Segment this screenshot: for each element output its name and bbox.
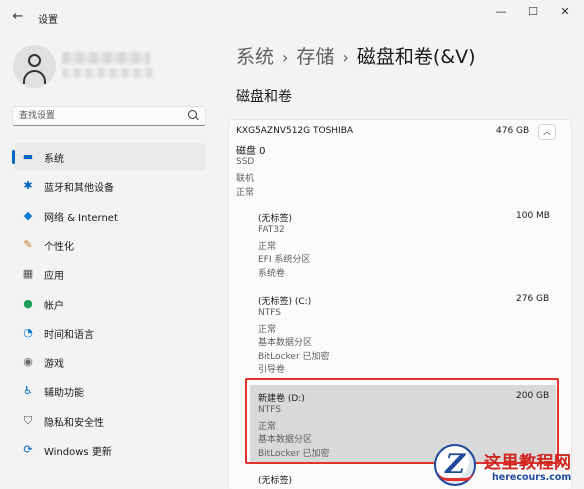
avatar-head-icon xyxy=(28,54,41,67)
user-name-blurred xyxy=(62,52,150,64)
disk-size: 476 GB xyxy=(496,126,530,136)
shield-icon: ⛉ xyxy=(23,413,33,427)
watermark-title: 这里教程网 xyxy=(484,453,572,473)
partition-detail: 系统卷 xyxy=(258,268,286,279)
brush-icon: ✎ xyxy=(23,237,33,251)
partition-size: 276 GB xyxy=(516,294,550,304)
gamepad-icon: ◉ xyxy=(23,355,33,369)
bluetooth-icon: ✱ xyxy=(23,179,33,193)
disk-detail: SSD xyxy=(236,157,255,167)
breadcrumb: 系统 › 存储 › 磁盘和卷(&V) xyxy=(236,42,475,69)
breadcrumb-separator: › xyxy=(282,48,289,67)
watermark-logo: Z xyxy=(434,444,476,486)
partition-detail: 基本数据分区 xyxy=(258,338,313,348)
search-icon[interactable] xyxy=(188,110,197,119)
disk-model: KXG5AZNV512G TOSHIBA xyxy=(236,126,354,136)
watermark: Z 这里教程网 herecours.com xyxy=(430,442,584,489)
section-title: 磁盘和卷 xyxy=(236,89,292,105)
person-icon: ● xyxy=(23,296,33,310)
partition-name: (无标签) (C:) xyxy=(258,297,312,307)
apps-icon: ▦ xyxy=(22,267,34,281)
sidebar-item[interactable]: ◔ 时间和语言 xyxy=(14,319,206,346)
partition-detail: 正常 xyxy=(258,421,277,432)
partition-name: 新建卷 (D:) xyxy=(258,394,305,404)
partition-detail: FAT32 xyxy=(258,225,285,235)
search-box[interactable] xyxy=(12,106,206,126)
accessibility-icon: ♿ xyxy=(23,384,33,398)
sidebar-item[interactable]: ⛉ 隐私和安全性 xyxy=(14,407,206,434)
globe-clock-icon: ◔ xyxy=(23,325,33,339)
search-input[interactable] xyxy=(19,109,179,123)
sidebar-item-label: 网络 & Internet xyxy=(44,212,118,224)
sidebar-item-label: Windows 更新 xyxy=(44,447,112,458)
sidebar-item-label: 隐私和安全性 xyxy=(44,417,104,429)
sidebar-item[interactable]: ✱ 蓝牙和其他设备 xyxy=(14,172,206,199)
update-icon: ⟳ xyxy=(23,443,33,456)
partition-detail: EFI 系统分区 xyxy=(258,255,311,265)
app-title: 设置 xyxy=(38,15,58,26)
sidebar-item-label: 时间和语言 xyxy=(44,329,94,341)
watermark-url: herecours.com xyxy=(492,472,572,483)
sidebar-item[interactable]: ▬ 系统 xyxy=(12,143,206,170)
partition-detail: BitLocker 已加密 xyxy=(258,448,330,459)
partition-detail: 正常 xyxy=(258,241,277,252)
monitor-icon: ▬ xyxy=(22,150,34,163)
maximize-button[interactable]: ☐ xyxy=(522,4,544,20)
disk-detail: 正常 xyxy=(236,188,255,198)
user-email-blurred xyxy=(62,68,154,78)
breadcrumb-separator: › xyxy=(342,48,349,67)
sidebar-item[interactable]: ⟳ Windows 更新 xyxy=(14,436,206,463)
sidebar-item-label: 蓝牙和其他设备 xyxy=(44,183,114,195)
sidebar-item[interactable]: ◆ 网络 & Internet xyxy=(14,202,206,229)
partition-detail: 基本数据分区 xyxy=(258,435,313,445)
avatar-body-icon xyxy=(23,70,46,84)
partition-item[interactable]: (无标签) 100 MB FAT32 正常 EFI 系统分区 系统卷 xyxy=(250,211,556,283)
partition-size: 100 MB xyxy=(516,211,550,221)
back-button[interactable]: ← xyxy=(8,8,28,26)
partition-detail: BitLocker 已加密 xyxy=(258,351,330,362)
breadcrumb-current: 磁盘和卷(&V) xyxy=(356,46,476,68)
sidebar-item[interactable]: ♿ 辅助功能 xyxy=(14,377,206,404)
sidebar-item[interactable]: ● 帐户 xyxy=(14,290,206,317)
sidebar-item-label: 应用 xyxy=(44,271,64,283)
sidebar-item-label: 游戏 xyxy=(44,359,64,371)
partition-detail: NTFS xyxy=(258,308,281,318)
breadcrumb-item-storage[interactable]: 存储 xyxy=(296,46,334,68)
sidebar-item[interactable]: ▦ 应用 xyxy=(14,260,206,287)
sidebar-item[interactable]: ◉ 游戏 xyxy=(14,348,206,375)
partition-item[interactable]: (无标签) (C:) 276 GB NTFS 正常基本数据分区 BitLocker 已加… xyxy=(250,294,556,378)
partition-name: (无标签) xyxy=(258,476,293,486)
partition-size: 200 GB xyxy=(516,391,550,401)
disk-detail: 联机 xyxy=(236,174,255,184)
disk-title: 磁盘 0 xyxy=(236,146,266,157)
sidebar-item[interactable]: ✎ 个性化 xyxy=(14,231,206,258)
title-bar: ← 设置 — ☐ ✕ xyxy=(0,0,584,34)
minimize-button[interactable]: — xyxy=(490,4,512,20)
partition-detail: 正常 xyxy=(258,324,277,335)
close-button[interactable]: ✕ xyxy=(554,4,576,20)
sidebar-item-label: 帐户 xyxy=(44,300,64,312)
partition-detail: 引导卷 xyxy=(258,365,286,375)
breadcrumb-item-system[interactable]: 系统 xyxy=(236,46,274,68)
sidebar-item-label: 个性化 xyxy=(44,241,74,253)
partition-detail: NTFS xyxy=(258,405,281,415)
watermark-swoosh xyxy=(438,471,474,481)
sidebar-item-label: 系统 xyxy=(44,154,64,165)
collapse-button[interactable]: ︿ xyxy=(538,124,556,140)
wifi-icon: ◆ xyxy=(23,208,33,222)
avatar[interactable] xyxy=(13,45,56,88)
sidebar-item-label: 辅助功能 xyxy=(44,388,84,400)
partition-name: (无标签) xyxy=(258,214,293,224)
